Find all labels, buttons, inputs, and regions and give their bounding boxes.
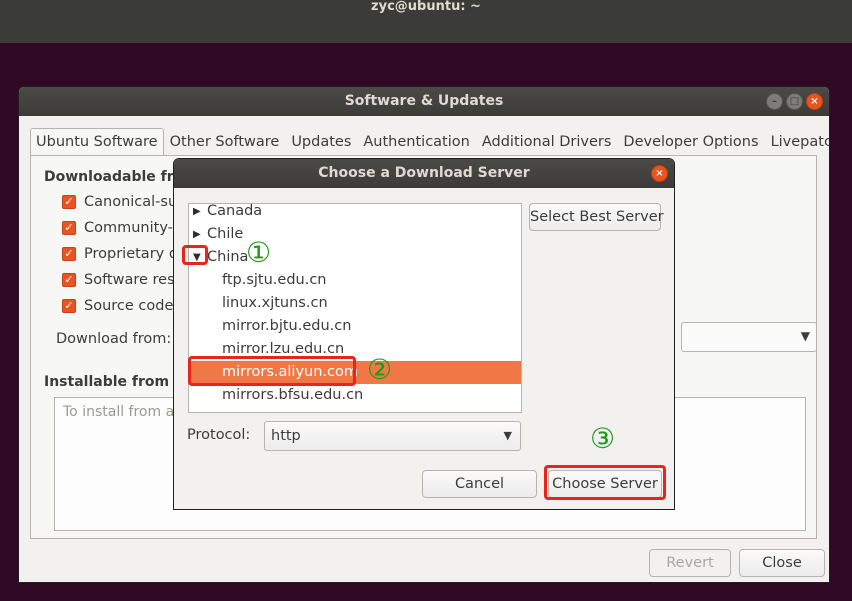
close-icon[interactable]: ×	[651, 165, 668, 182]
checkbox-label: Source code	[84, 298, 174, 314]
tab-additional-drivers[interactable]: Additional Drivers	[476, 128, 618, 156]
minimize-icon[interactable]: –	[766, 93, 783, 110]
close-button[interactable]: Close	[739, 549, 825, 577]
checkbox-label: Community-m	[84, 220, 188, 236]
window-title: Software & Updates	[344, 93, 504, 109]
annotation-step-3: ③	[590, 422, 616, 455]
checkbox-checked-icon[interactable]: ✓	[62, 273, 76, 287]
expander-collapsed-icon[interactable]: ▶	[193, 204, 201, 223]
dialog-title: Choose a Download Server	[318, 165, 530, 181]
tree-item-label: Canada	[207, 203, 263, 219]
checkbox-label: Proprietary dr	[84, 246, 185, 262]
tree-item-china[interactable]: ▼ China	[189, 246, 521, 269]
protocol-select[interactable]: http ▼	[264, 421, 521, 451]
checkbox-checked-icon[interactable]: ✓	[62, 221, 76, 235]
installable-placeholder: To install from a	[63, 404, 175, 420]
protocol-label: Protocol:	[187, 427, 251, 443]
checkbox-source-code[interactable]: ✓ Source code	[62, 298, 173, 314]
annotation-box-mirror	[188, 356, 356, 386]
close-icon[interactable]: ×	[806, 93, 823, 110]
annotation-box-expander	[182, 245, 208, 265]
annotation-step-1: ①	[246, 236, 272, 269]
tree-item-chile[interactable]: ▶ Chile	[189, 223, 521, 246]
dialog-titlebar[interactable]: Choose a Download Server ×	[174, 159, 674, 188]
choose-server-dialog: Choose a Download Server × ▶ Canada ▶ Ch…	[173, 158, 675, 510]
installable-heading: Installable from C	[44, 374, 185, 390]
chevron-down-icon: ▼	[800, 329, 810, 343]
annotation-box-choose	[544, 465, 666, 500]
tab-ubuntu-software[interactable]: Ubuntu Software	[30, 128, 164, 156]
protocol-value: http	[271, 428, 301, 444]
window-titlebar[interactable]: Software & Updates – □ ×	[19, 87, 829, 116]
tab-bar: Ubuntu Software Other Software Updates A…	[30, 128, 829, 156]
terminal-title-bar: zyc@ubuntu: ~	[0, 0, 852, 43]
chevron-down-icon: ▼	[503, 429, 512, 442]
tab-authentication[interactable]: Authentication	[357, 128, 475, 156]
tree-item-server[interactable]: mirror.bjtu.edu.cn	[189, 315, 521, 338]
tree-item-server[interactable]: mirrors.bfsu.edu.cn	[189, 384, 521, 407]
annotation-step-2: ②	[367, 353, 393, 386]
tab-livepatch[interactable]: Livepatch	[765, 128, 829, 156]
checkbox-checked-icon[interactable]: ✓	[62, 195, 76, 209]
checkbox-label: Software restr	[84, 272, 187, 288]
tree-item-label: China	[207, 249, 249, 265]
checkbox-community[interactable]: ✓ Community-m	[62, 220, 187, 236]
checkbox-checked-icon[interactable]: ✓	[62, 299, 76, 313]
checkbox-restricted[interactable]: ✓ Software restr	[62, 272, 186, 288]
tree-item-label: Chile	[207, 226, 244, 242]
terminal-title: zyc@ubuntu: ~	[371, 0, 481, 14]
expander-collapsed-icon[interactable]: ▶	[193, 223, 201, 246]
download-from-combo[interactable]: ▼	[681, 322, 817, 352]
tab-other-software[interactable]: Other Software	[164, 128, 286, 156]
tree-item-server[interactable]: linux.xjtuns.cn	[189, 292, 521, 315]
revert-button[interactable]: Revert	[649, 549, 731, 577]
maximize-icon[interactable]: □	[786, 93, 803, 110]
tab-developer-options[interactable]: Developer Options	[617, 128, 764, 156]
window-controls: – □ ×	[766, 93, 823, 110]
select-best-server-button[interactable]: Select Best Server	[529, 203, 664, 231]
tree-item-server[interactable]: ftp.sjtu.edu.cn	[189, 269, 521, 292]
tree-item-canada[interactable]: ▶ Canada	[189, 203, 521, 223]
cancel-button[interactable]: Cancel	[422, 470, 537, 498]
checkbox-proprietary[interactable]: ✓ Proprietary dr	[62, 246, 184, 262]
download-from-label: Download from:	[56, 331, 172, 347]
tab-updates[interactable]: Updates	[285, 128, 357, 156]
checkbox-checked-icon[interactable]: ✓	[62, 247, 76, 261]
